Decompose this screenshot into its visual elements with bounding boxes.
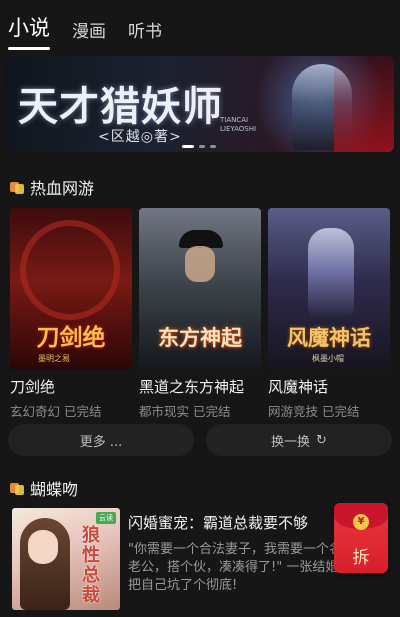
red-packet-button[interactable]: ¥ 拆	[334, 503, 388, 573]
carousel-dot[interactable]	[182, 145, 194, 148]
cover-decoration	[308, 228, 354, 316]
book-meta: 玄幻奇幻 已完结	[10, 404, 102, 419]
red-packet-label: 拆	[352, 548, 370, 568]
book-card-list: 刀剑绝 墨明之易 刀剑绝 玄幻奇幻 已完结 东方神起 黑道之东方神起 都市现实 …	[10, 208, 390, 420]
section-bookmark-icon	[10, 180, 24, 194]
banner-red-accent	[334, 56, 394, 152]
book-card[interactable]: 东方神起 黑道之东方神起 都市现实 已完结	[139, 208, 261, 420]
book-cover[interactable]: 刀剑绝 墨明之易	[10, 208, 132, 370]
refresh-icon: ↻	[316, 432, 327, 448]
banner-author: <区越◎著>	[98, 129, 182, 145]
cover-decoration	[185, 246, 215, 282]
carousel-dot[interactable]	[210, 145, 216, 148]
book-cover[interactable]: 云读 狼性总裁	[12, 508, 120, 610]
cover-decoration	[28, 530, 58, 564]
coin-icon: ¥	[353, 514, 369, 530]
cover-author-art: 枫墨小帽	[312, 354, 344, 363]
book-meta: 网游竞技 已完结	[268, 404, 360, 419]
section-title: 热血网游	[30, 179, 95, 198]
section-actions: 更多 ... 换一换 ↻	[8, 424, 392, 456]
banner-pinyin-line2: LIEYAOSHI	[220, 125, 257, 133]
book-title[interactable]: 刀剑绝	[10, 376, 132, 397]
banner-title: 天才猎妖师	[18, 83, 223, 130]
cover-decoration	[20, 220, 120, 320]
book-meta: 都市现实 已完结	[139, 404, 231, 419]
more-button-label: 更多 ...	[79, 434, 123, 450]
book-card[interactable]: 刀剑绝 墨明之易 刀剑绝 玄幻奇幻 已完结	[10, 208, 132, 420]
section-header-butterfly-kiss: 蝴蝶吻	[10, 476, 78, 500]
carousel-dot[interactable]	[199, 145, 205, 148]
tab-audiobook[interactable]: 听书	[128, 17, 162, 48]
book-cover[interactable]: 风魔神话 枫墨小帽	[268, 208, 390, 370]
book-card[interactable]: 风魔神话 枫墨小帽 风魔神话 网游竞技 已完结	[268, 208, 390, 420]
cover-author-art: 墨明之易	[38, 354, 70, 363]
cover-title-art: 刀剑绝	[36, 325, 106, 351]
carousel-indicator	[182, 145, 216, 148]
cover-title-art: 东方神起	[158, 326, 242, 350]
top-tabs: 小说 漫画 听书	[8, 8, 162, 50]
section-header-hot-games: 热血网游	[10, 175, 94, 199]
tab-comic[interactable]: 漫画	[72, 17, 106, 48]
banner-carousel[interactable]: 天才猎妖师 <区越◎著> TIANCAI LIEYAOSHI	[6, 56, 394, 152]
banner-pinyin-line1: TIANCAI	[220, 116, 249, 124]
refresh-button-label: 换一换	[271, 434, 311, 450]
cover-publisher-tag: 云读	[96, 512, 116, 524]
section-title: 蝴蝶吻	[30, 480, 79, 499]
book-title[interactable]: 黑道之东方神起	[139, 376, 261, 397]
more-button[interactable]: 更多 ...	[8, 424, 194, 456]
cover-title-art: 狼性总裁	[82, 525, 100, 606]
banner-pinyin: TIANCAI LIEYAOSHI	[220, 116, 256, 134]
book-list-item[interactable]: 云读 狼性总裁 闪婚蜜宠：霸道总裁要不够 "你需要一个合法妻子，我需要一个名义上…	[12, 508, 388, 613]
book-cover[interactable]: 东方神起	[139, 208, 261, 370]
cover-title-art: 风魔神话	[287, 326, 371, 350]
tab-novel[interactable]: 小说	[8, 12, 50, 50]
book-title[interactable]: 风魔神话	[268, 376, 390, 397]
section-bookmark-icon	[10, 481, 24, 495]
refresh-button[interactable]: 换一换 ↻	[206, 424, 392, 456]
